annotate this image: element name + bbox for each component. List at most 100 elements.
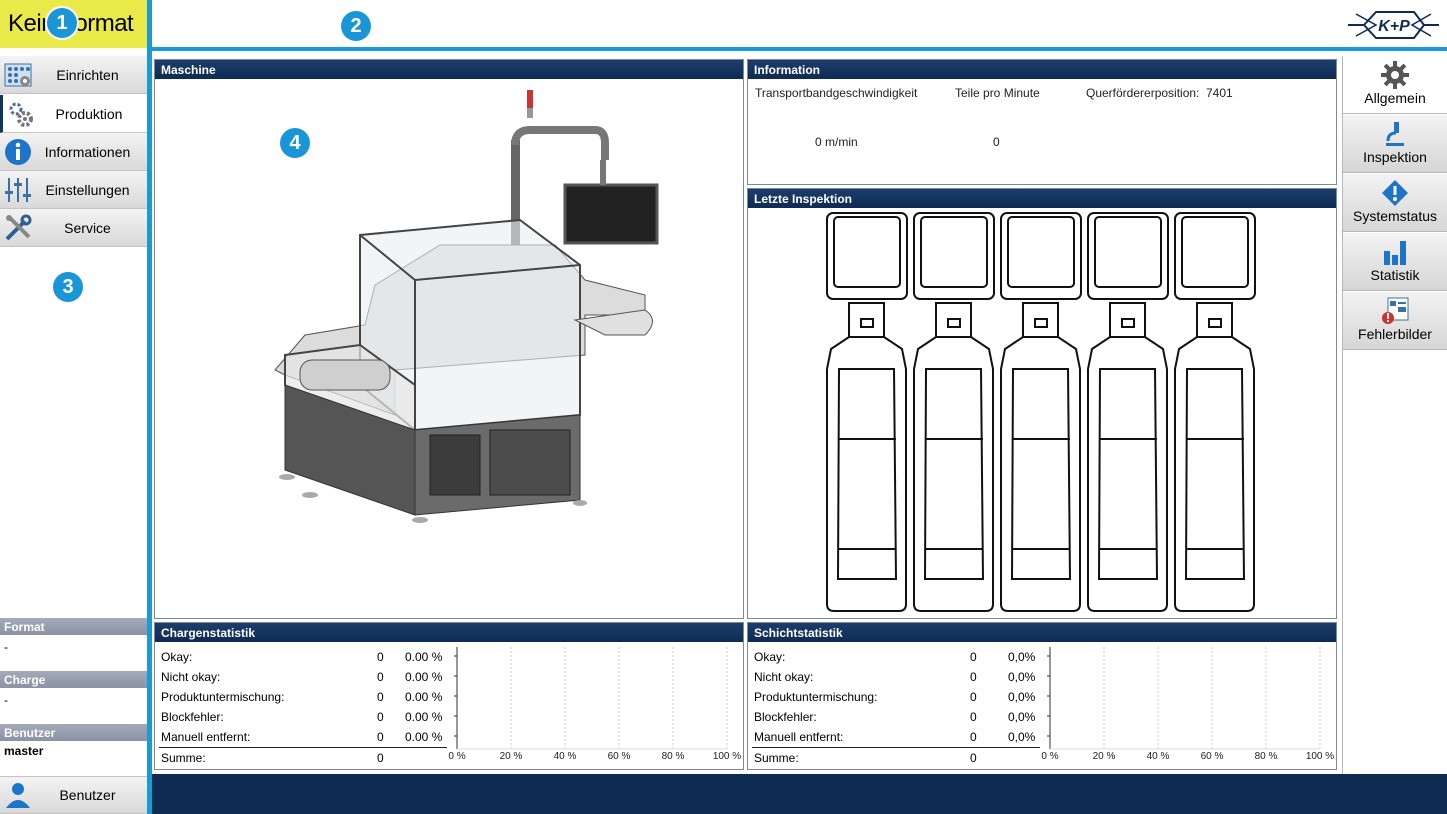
- info-icon: [0, 134, 36, 170]
- tools-icon: [0, 210, 36, 246]
- parts-per-minute-value: 0: [993, 135, 1000, 149]
- machine-panel-title: Maschine: [155, 60, 743, 79]
- information-panel-title: Information: [748, 60, 1336, 79]
- batch-block-error-pct: 0.00 %: [405, 710, 443, 724]
- sidebar-item-label: Produktion: [55, 105, 123, 122]
- batch-manual-count: 0: [377, 730, 384, 744]
- sidebar-item-einrichten[interactable]: Einrichten: [0, 56, 147, 94]
- tab-statistik[interactable]: Statistik: [1343, 233, 1447, 291]
- belt-speed-label: Transportbandgeschwindigkeit: [755, 86, 918, 100]
- user-heading: Benutzer: [0, 724, 147, 741]
- sidebar-item-label: Einrichten: [56, 66, 119, 83]
- sidebar-item-label: Einstellungen: [45, 181, 130, 198]
- batch-sum-label: Summe:: [161, 751, 206, 765]
- badge-2: 2: [341, 11, 371, 41]
- tab-fehlerbilder[interactable]: Fehlerbilder: [1343, 292, 1447, 350]
- shift-not-okay-count: 0: [970, 670, 977, 684]
- gears-icon: [3, 96, 39, 132]
- badge-3: 3: [53, 272, 83, 302]
- sidebar-item-einstellungen[interactable]: Einstellungen: [0, 171, 147, 209]
- shift-axis-tick-100: 100 %: [1306, 751, 1334, 762]
- batch-okay-count: 0: [377, 650, 384, 664]
- information-panel: Information Transportbandgeschwindigkeit…: [747, 59, 1337, 185]
- shift-axis-tick-80: 80 %: [1255, 751, 1278, 762]
- badge-1: 1: [47, 8, 77, 38]
- batch-manual-pct: 0.00 %: [405, 730, 443, 744]
- tab-label: Allgemein: [1364, 90, 1426, 106]
- batch-not-okay-label: Nicht okay:: [161, 670, 221, 684]
- bottle-inspection-image[interactable]: [748, 209, 1336, 617]
- batch-mixup-pct: 0.00 %: [405, 690, 443, 704]
- batch-axis-tick-60: 60 %: [608, 751, 631, 762]
- shift-block-error-count: 0: [970, 710, 977, 724]
- shift-manual-count: 0: [970, 730, 977, 744]
- kp-logo: K+P: [1346, 8, 1441, 42]
- sidebar-item-produktion[interactable]: Produktion: [0, 95, 147, 133]
- batch-bar-chart: 0 % 20 % 40 % 60 % 80 % 100 %: [448, 647, 741, 762]
- user-button-label: Benutzer: [59, 787, 116, 803]
- warning-diamond-icon: [1343, 174, 1447, 208]
- microscope-icon: [1343, 115, 1447, 149]
- batch-okay-pct: 0.00 %: [405, 650, 443, 664]
- user-icon: [0, 777, 36, 813]
- tab-allgemein[interactable]: Allgemein: [1343, 56, 1447, 114]
- shift-axis-tick-40: 40 %: [1147, 751, 1170, 762]
- shift-block-error-label: Blockfehler:: [754, 710, 817, 724]
- batch-okay-label: Okay:: [161, 650, 193, 664]
- batch-axis-tick-100: 100 %: [713, 751, 741, 762]
- sidebar-item-label: Informationen: [44, 143, 131, 160]
- belt-speed-value: 0 m/min: [815, 135, 858, 149]
- user-button[interactable]: Benutzer: [0, 776, 147, 814]
- batch-axis-tick-20: 20 %: [500, 751, 523, 762]
- tab-label: Inspektion: [1363, 149, 1427, 165]
- grid-gear-icon: [0, 57, 36, 93]
- batch-block-error-count: 0: [377, 710, 384, 724]
- sidebar-item-label: Service: [64, 219, 111, 236]
- machine-panel: Maschine 4: [154, 59, 744, 619]
- tab-label: Fehlerbilder: [1358, 326, 1432, 342]
- batch-block-error-label: Blockfehler:: [161, 710, 224, 724]
- shift-not-okay-label: Nicht okay:: [754, 670, 814, 684]
- batch-manual-label: Manuell entfernt:: [161, 730, 251, 744]
- batch-mixup-label: Produktuntermischung:: [161, 690, 285, 704]
- gear-icon: [1343, 56, 1447, 90]
- batch-not-okay-pct: 0.00 %: [405, 670, 443, 684]
- shift-not-okay-pct: 0,0%: [1008, 670, 1036, 684]
- badge-4: 4: [280, 128, 310, 158]
- cross-conveyor-value: 7401: [1206, 86, 1233, 100]
- shift-sum-label: Summe:: [754, 751, 799, 765]
- machine-illustration[interactable]: [265, 85, 685, 530]
- shift-sum-value: 0: [970, 751, 977, 765]
- shift-statistics-title: Schichtstatistik: [748, 623, 1336, 642]
- shift-statistics-panel: Schichtstatistik Okay: 0 0,0% Nicht okay…: [747, 622, 1337, 770]
- sliders-icon: [0, 172, 36, 208]
- batch-mixup-count: 0: [377, 690, 384, 704]
- shift-axis-tick-20: 20 %: [1093, 751, 1116, 762]
- bar-chart-icon: [1343, 233, 1447, 267]
- footer-bar: [152, 774, 1447, 814]
- shift-axis-tick-60: 60 %: [1201, 751, 1224, 762]
- error-image-icon: [1343, 292, 1447, 326]
- format-heading: Format: [0, 618, 147, 635]
- format-value: -: [4, 640, 8, 654]
- last-inspection-panel: Letzte Inspektion: [747, 188, 1337, 619]
- user-value: master: [4, 744, 44, 758]
- last-inspection-panel-title: Letzte Inspektion: [748, 189, 1336, 208]
- batch-statistics-title: Chargenstatistik: [155, 623, 743, 642]
- batch-axis-tick-40: 40 %: [554, 751, 577, 762]
- shift-mixup-label: Produktuntermischung:: [754, 690, 878, 704]
- batch-axis-tick-0: 0 %: [448, 751, 465, 762]
- shift-manual-label: Manuell entfernt:: [754, 730, 844, 744]
- shift-bar-chart: 0 % 20 % 40 % 60 % 80 % 100 %: [1041, 647, 1334, 762]
- batch-statistics-panel: Chargenstatistik Okay: 0 0.00 % Nicht ok…: [154, 622, 744, 770]
- shift-block-error-pct: 0,0%: [1008, 710, 1036, 724]
- shift-axis-tick-0: 0 %: [1041, 751, 1058, 762]
- tab-systemstatus[interactable]: Systemstatus: [1343, 174, 1447, 232]
- batch-sum-value: 0: [377, 751, 384, 765]
- tab-inspektion[interactable]: Inspektion: [1343, 115, 1447, 173]
- left-divider: [147, 0, 152, 814]
- shift-okay-label: Okay:: [754, 650, 786, 664]
- sidebar-item-service[interactable]: Service: [0, 209, 147, 247]
- tab-label: Statistik: [1370, 267, 1420, 283]
- sidebar-item-informationen[interactable]: Informationen: [0, 133, 147, 171]
